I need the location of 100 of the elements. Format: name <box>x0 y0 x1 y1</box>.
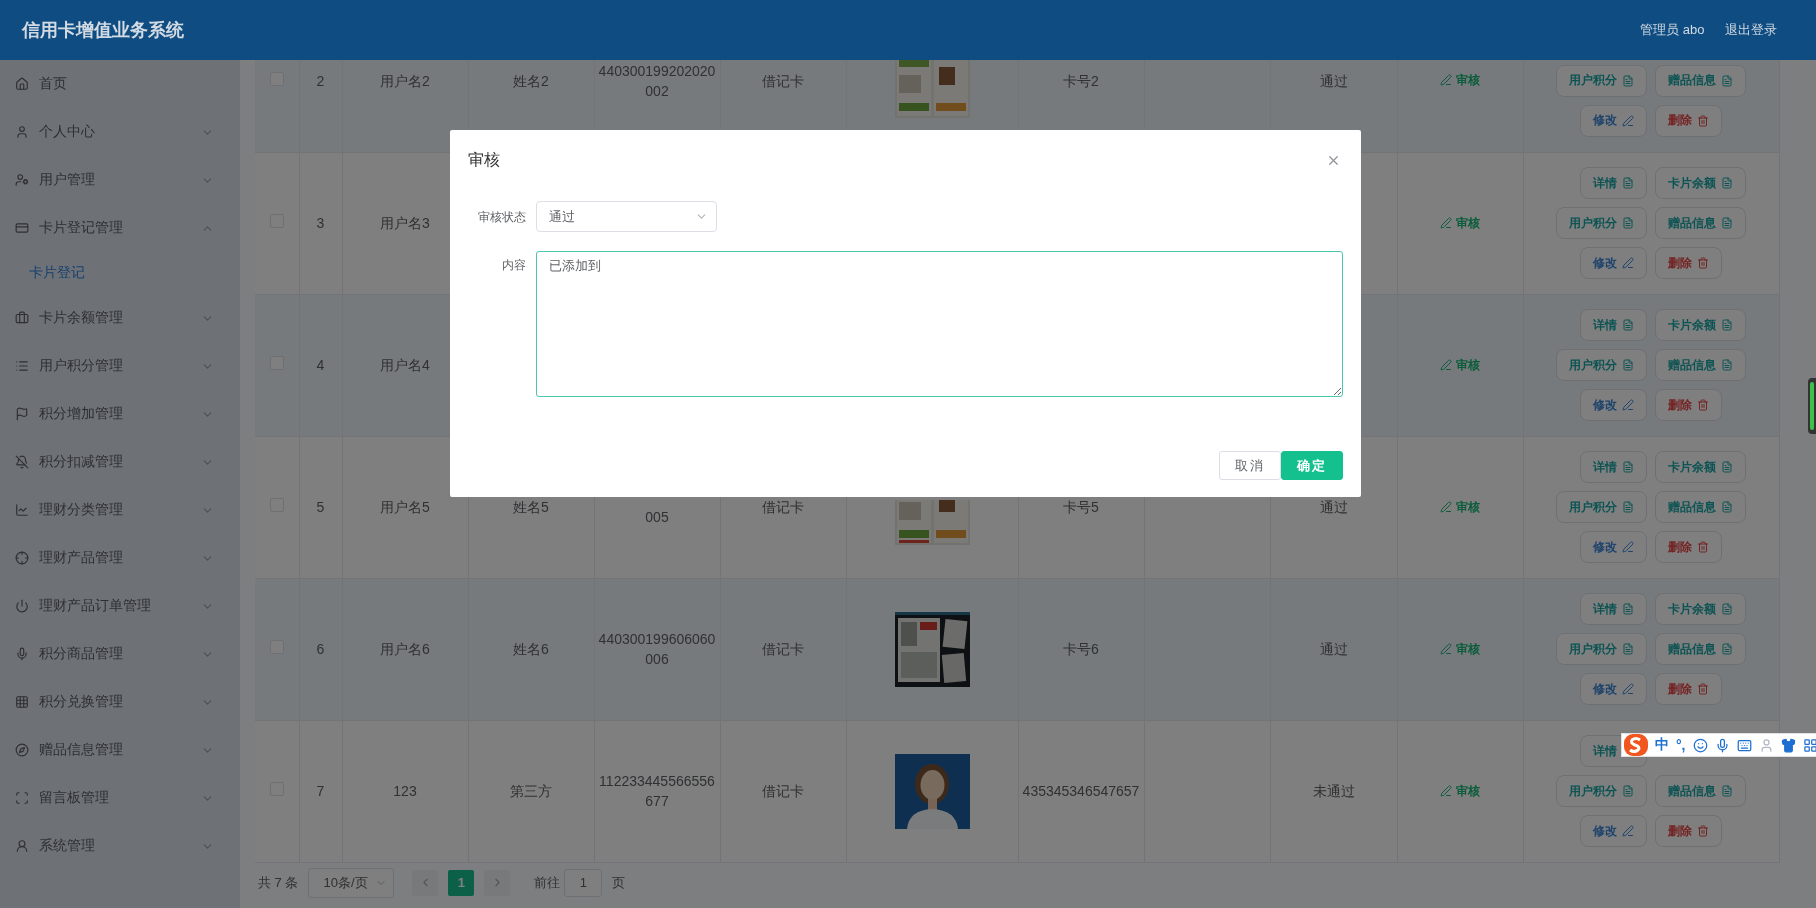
menu-item[interactable]: 个人中心 <box>0 108 240 156</box>
document-icon <box>1622 603 1634 615</box>
status-select[interactable]: 通过 <box>536 201 717 232</box>
delete-button[interactable]: 删除 <box>1655 531 1722 563</box>
points-button[interactable]: 用户积分 <box>1556 207 1647 239</box>
menu-item[interactable]: 留言板管理 <box>0 774 240 822</box>
gift-info-button[interactable]: 赠品信息 <box>1655 64 1746 97</box>
ime-mode[interactable]: 中 <box>1655 736 1669 754</box>
gift-info-button[interactable]: 赠品信息 <box>1655 491 1746 523</box>
trash-icon <box>1697 825 1709 837</box>
grid-icon[interactable] <box>1802 737 1816 753</box>
detail-button[interactable]: 详情 <box>1580 451 1647 483</box>
table-cell: 姓名6 <box>513 641 549 657</box>
pen-icon <box>1622 825 1634 837</box>
menu-item[interactable]: 理财分类管理 <box>0 486 240 534</box>
edit-button[interactable]: 修改 <box>1580 247 1647 279</box>
balance-button[interactable]: 卡片余额 <box>1655 167 1746 199</box>
page-number[interactable]: 1 <box>448 869 475 896</box>
shirt-icon[interactable] <box>1780 737 1796 753</box>
detail-button[interactable]: 详情 <box>1580 309 1647 341</box>
points-button[interactable]: 用户积分 <box>1556 64 1647 97</box>
points-button[interactable]: 用户积分 <box>1556 349 1647 381</box>
menu-label: 理财产品订单管理 <box>39 597 152 615</box>
menu-item[interactable]: 理财产品订单管理 <box>0 582 240 630</box>
pen-icon <box>1440 74 1452 87</box>
edit-button[interactable]: 修改 <box>1580 815 1647 847</box>
menu-label: 用户积分管理 <box>39 357 124 375</box>
detail-button[interactable]: 详情 <box>1580 593 1647 625</box>
gift-info-button[interactable]: 赠品信息 <box>1655 349 1746 381</box>
delete-button[interactable]: 删除 <box>1655 389 1722 421</box>
menu-label: 理财产品管理 <box>39 549 124 567</box>
chart-icon <box>15 503 29 517</box>
user-icon <box>15 173 29 187</box>
app-title: 信用卡增值业务系统 <box>22 19 185 42</box>
menu-item[interactable]: 用户管理 <box>0 156 240 204</box>
gift-info-button[interactable]: 赠品信息 <box>1655 207 1746 239</box>
menu-item[interactable]: 赠品信息管理 <box>0 726 240 774</box>
confirm-button[interactable]: 确定 <box>1281 451 1343 480</box>
gift-info-button[interactable]: 赠品信息 <box>1655 775 1746 807</box>
delete-button[interactable]: 删除 <box>1655 247 1722 279</box>
balance-button[interactable]: 卡片余额 <box>1655 451 1746 483</box>
points-button[interactable]: 用户积分 <box>1556 775 1647 807</box>
menu-item[interactable]: 卡片登记管理 <box>0 204 240 252</box>
menu-item[interactable]: 积分商品管理 <box>0 630 240 678</box>
menu-label: 理财分类管理 <box>39 501 124 519</box>
table-cell: 123 <box>393 783 417 799</box>
review-link[interactable]: 审核 <box>1440 780 1480 801</box>
menu-item[interactable]: 积分兑换管理 <box>0 678 240 726</box>
keyboard-icon[interactable] <box>1736 737 1752 753</box>
review-link[interactable]: 审核 <box>1440 354 1480 375</box>
edit-button[interactable]: 修改 <box>1580 673 1647 705</box>
delete-button[interactable]: 删除 <box>1655 104 1722 137</box>
page-input[interactable]: 1 <box>564 868 603 897</box>
delete-button[interactable]: 删除 <box>1655 815 1722 847</box>
menu-item[interactable]: 积分增加管理 <box>0 390 240 438</box>
menu-label: 系统管理 <box>39 837 96 855</box>
document-icon <box>1721 643 1733 655</box>
edit-button[interactable]: 修改 <box>1580 389 1647 421</box>
table-cell: 卡号2 <box>1063 72 1099 89</box>
menu-item[interactable]: 积分扣减管理 <box>0 438 240 486</box>
page-size-select[interactable]: 10条/页 <box>308 867 395 898</box>
microphone-icon[interactable] <box>1714 737 1730 753</box>
frame-icon <box>15 791 29 805</box>
menu-item[interactable]: 理财产品管理 <box>0 534 240 582</box>
grid-icon <box>15 695 29 709</box>
edit-button[interactable]: 修改 <box>1580 104 1647 137</box>
gift-info-button[interactable]: 赠品信息 <box>1655 633 1746 665</box>
detail-button[interactable]: 详情 <box>1580 167 1647 199</box>
points-button[interactable]: 用户积分 <box>1556 491 1647 523</box>
next-page-button[interactable] <box>484 869 511 896</box>
status-text: 通过 <box>1319 72 1348 89</box>
content-textarea[interactable]: 已添加到 <box>536 251 1343 397</box>
document-icon <box>1721 461 1733 473</box>
crosshair-icon <box>15 551 29 565</box>
table-cell: 卡号5 <box>1063 499 1099 515</box>
edit-button[interactable]: 修改 <box>1580 531 1647 563</box>
review-link[interactable]: 审核 <box>1440 496 1480 517</box>
balance-button[interactable]: 卡片余额 <box>1655 593 1746 625</box>
ime-punctuation[interactable]: °, <box>1676 737 1686 753</box>
table-cell: 用户名2 <box>380 72 430 89</box>
prev-page-button[interactable] <box>412 869 439 896</box>
cancel-button[interactable]: 取消 <box>1219 451 1281 480</box>
points-button[interactable]: 用户积分 <box>1556 633 1647 665</box>
menu-item[interactable]: 用户积分管理 <box>0 342 240 390</box>
microphone-icon <box>15 647 29 661</box>
document-icon <box>1622 359 1634 371</box>
review-link[interactable]: 审核 <box>1440 70 1480 91</box>
menu-item[interactable]: 系统管理 <box>0 822 240 870</box>
balance-button[interactable]: 卡片余额 <box>1655 309 1746 341</box>
review-link[interactable]: 审核 <box>1440 212 1480 233</box>
user-icon[interactable] <box>1758 737 1774 753</box>
submenu-item[interactable]: 卡片登记 <box>0 252 240 294</box>
logout-link[interactable]: 退出登录 <box>1724 21 1777 39</box>
smile-icon[interactable] <box>1692 737 1708 753</box>
document-icon <box>1622 501 1634 513</box>
menu-item[interactable]: 首页 <box>0 60 240 108</box>
menu-label: 留言板管理 <box>39 789 110 807</box>
menu-item[interactable]: 卡片余额管理 <box>0 294 240 342</box>
delete-button[interactable]: 删除 <box>1655 673 1722 705</box>
review-link[interactable]: 审核 <box>1440 638 1480 659</box>
